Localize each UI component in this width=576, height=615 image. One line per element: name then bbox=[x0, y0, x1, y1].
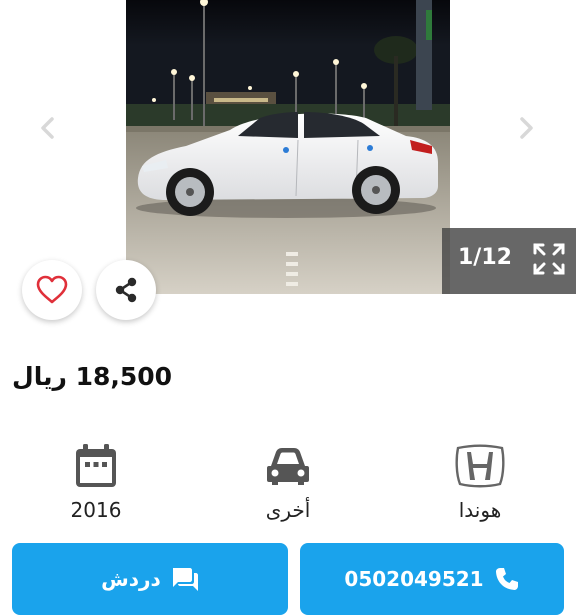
fullscreen-icon bbox=[533, 243, 565, 275]
spec-make-value: هوندا bbox=[458, 498, 502, 522]
listing-price: 18,500 ريال bbox=[12, 362, 173, 391]
spec-body-type: أخرى bbox=[228, 440, 348, 522]
phone-icon bbox=[495, 568, 518, 590]
share-button[interactable] bbox=[96, 260, 156, 320]
spec-body-type-value: أخرى bbox=[265, 498, 311, 522]
heart-icon bbox=[36, 275, 68, 304]
spec-make: هوندا bbox=[420, 440, 540, 522]
chat-icon bbox=[172, 568, 198, 591]
favorite-button[interactable] bbox=[22, 260, 82, 320]
photo-counter-overlay: 1/12 bbox=[442, 228, 576, 294]
chevron-left-icon bbox=[41, 117, 54, 139]
spec-year-value: 2016 bbox=[70, 498, 122, 522]
chevron-right-icon bbox=[520, 117, 533, 139]
photo-counter: 1/12 bbox=[458, 245, 512, 270]
chat-button-label: دردش bbox=[101, 567, 161, 591]
photo-gallery[interactable]: 1/12 bbox=[0, 0, 576, 295]
phone-number: 0502049521 bbox=[344, 567, 484, 591]
spec-year: 2016 bbox=[36, 440, 156, 522]
chat-button[interactable]: دردش bbox=[12, 543, 288, 615]
next-photo-button[interactable] bbox=[510, 112, 542, 144]
previous-photo-button[interactable] bbox=[32, 112, 64, 144]
share-icon bbox=[115, 277, 137, 303]
fullscreen-button[interactable] bbox=[532, 242, 566, 276]
honda-logo-icon bbox=[455, 444, 505, 488]
car-icon bbox=[267, 448, 309, 485]
car-photo[interactable] bbox=[126, 0, 450, 294]
calendar-icon bbox=[76, 444, 116, 487]
call-button[interactable]: 0502049521 bbox=[300, 543, 564, 615]
